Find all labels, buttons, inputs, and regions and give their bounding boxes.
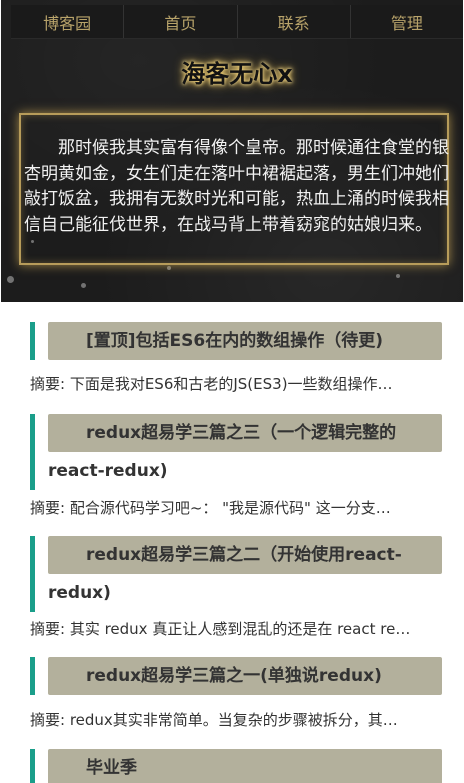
post-title-link[interactable]: redux超易学三篇之一(单独说redux) bbox=[48, 657, 442, 695]
post-title[interactable]: [置顶]包括ES6在内的数组操作（待更) bbox=[35, 322, 442, 360]
post-summary: 摘要: redux其实非常简单。当复杂的步骤被拆分，其… bbox=[30, 711, 398, 729]
nav-item-blog-home[interactable]: 博客园 bbox=[11, 5, 125, 38]
post-title-link[interactable]: 毕业季 bbox=[48, 749, 442, 783]
post-summary: 摘要: 其实 redux 真正让人感到混乱的还是在 react re… bbox=[30, 620, 411, 638]
motto-text: 那时候我其实富有得像个皇帝。那时候通往食堂的银杏明黄如金，女生们走在落叶中裙裾起… bbox=[24, 138, 449, 235]
post-summary: 摘要: 配合源代码学习吧~： "我是源代码" 这一分支… bbox=[30, 499, 391, 517]
post-title[interactable]: 毕业季 bbox=[35, 749, 442, 783]
post-title[interactable]: redux超易学三篇之二（开始使用react-redux) bbox=[35, 536, 442, 612]
top-nav: 博客园 首页 联系 管理 bbox=[11, 5, 463, 39]
nav-item-admin[interactable]: 管理 bbox=[350, 5, 463, 38]
post-title-link[interactable]: redux超易学三篇之三（一个逻辑完整的react-redux) bbox=[48, 414, 442, 490]
background-bokeh-dot bbox=[81, 283, 86, 288]
nav-item-contact[interactable]: 联系 bbox=[237, 5, 351, 38]
post-title[interactable]: redux超易学三篇之一(单独说redux) bbox=[35, 657, 442, 695]
post-title-link[interactable]: redux超易学三篇之二（开始使用react-redux) bbox=[48, 536, 442, 612]
background-bokeh-dot bbox=[167, 266, 171, 270]
post-title-container: redux超易学三篇之二（开始使用react-redux) bbox=[30, 536, 442, 612]
background-bokeh-dot bbox=[7, 276, 14, 283]
post-title[interactable]: redux超易学三篇之三（一个逻辑完整的react-redux) bbox=[35, 414, 442, 490]
post-title-container: redux超易学三篇之三（一个逻辑完整的react-redux) bbox=[30, 414, 442, 490]
site-title[interactable]: 海客无心x bbox=[1, 54, 463, 89]
post-list: [置顶]包括ES6在内的数组操作（待更) 摘要: 下面是我对ES6和古老的JS(… bbox=[0, 302, 464, 783]
blog-header: 博客园 首页 联系 管理 海客无心x 那时候我其实富有得像个皇帝。那时候通往食堂… bbox=[1, 0, 463, 302]
post-summary: 摘要: 下面是我对ES6和古老的JS(ES3)一些数组操作… bbox=[30, 375, 393, 393]
post-title-container: 毕业季 bbox=[30, 749, 442, 783]
nav-item-home[interactable]: 首页 bbox=[124, 5, 238, 38]
page: 博客园 首页 联系 管理 海客无心x 那时候我其实富有得像个皇帝。那时候通往食堂… bbox=[0, 0, 464, 783]
post-title-container: [置顶]包括ES6在内的数组操作（待更) bbox=[30, 322, 442, 360]
post-title-container: redux超易学三篇之一(单独说redux) bbox=[30, 657, 442, 695]
background-bokeh-dot bbox=[396, 274, 400, 278]
post-title-link[interactable]: [置顶]包括ES6在内的数组操作（待更) bbox=[48, 322, 442, 360]
